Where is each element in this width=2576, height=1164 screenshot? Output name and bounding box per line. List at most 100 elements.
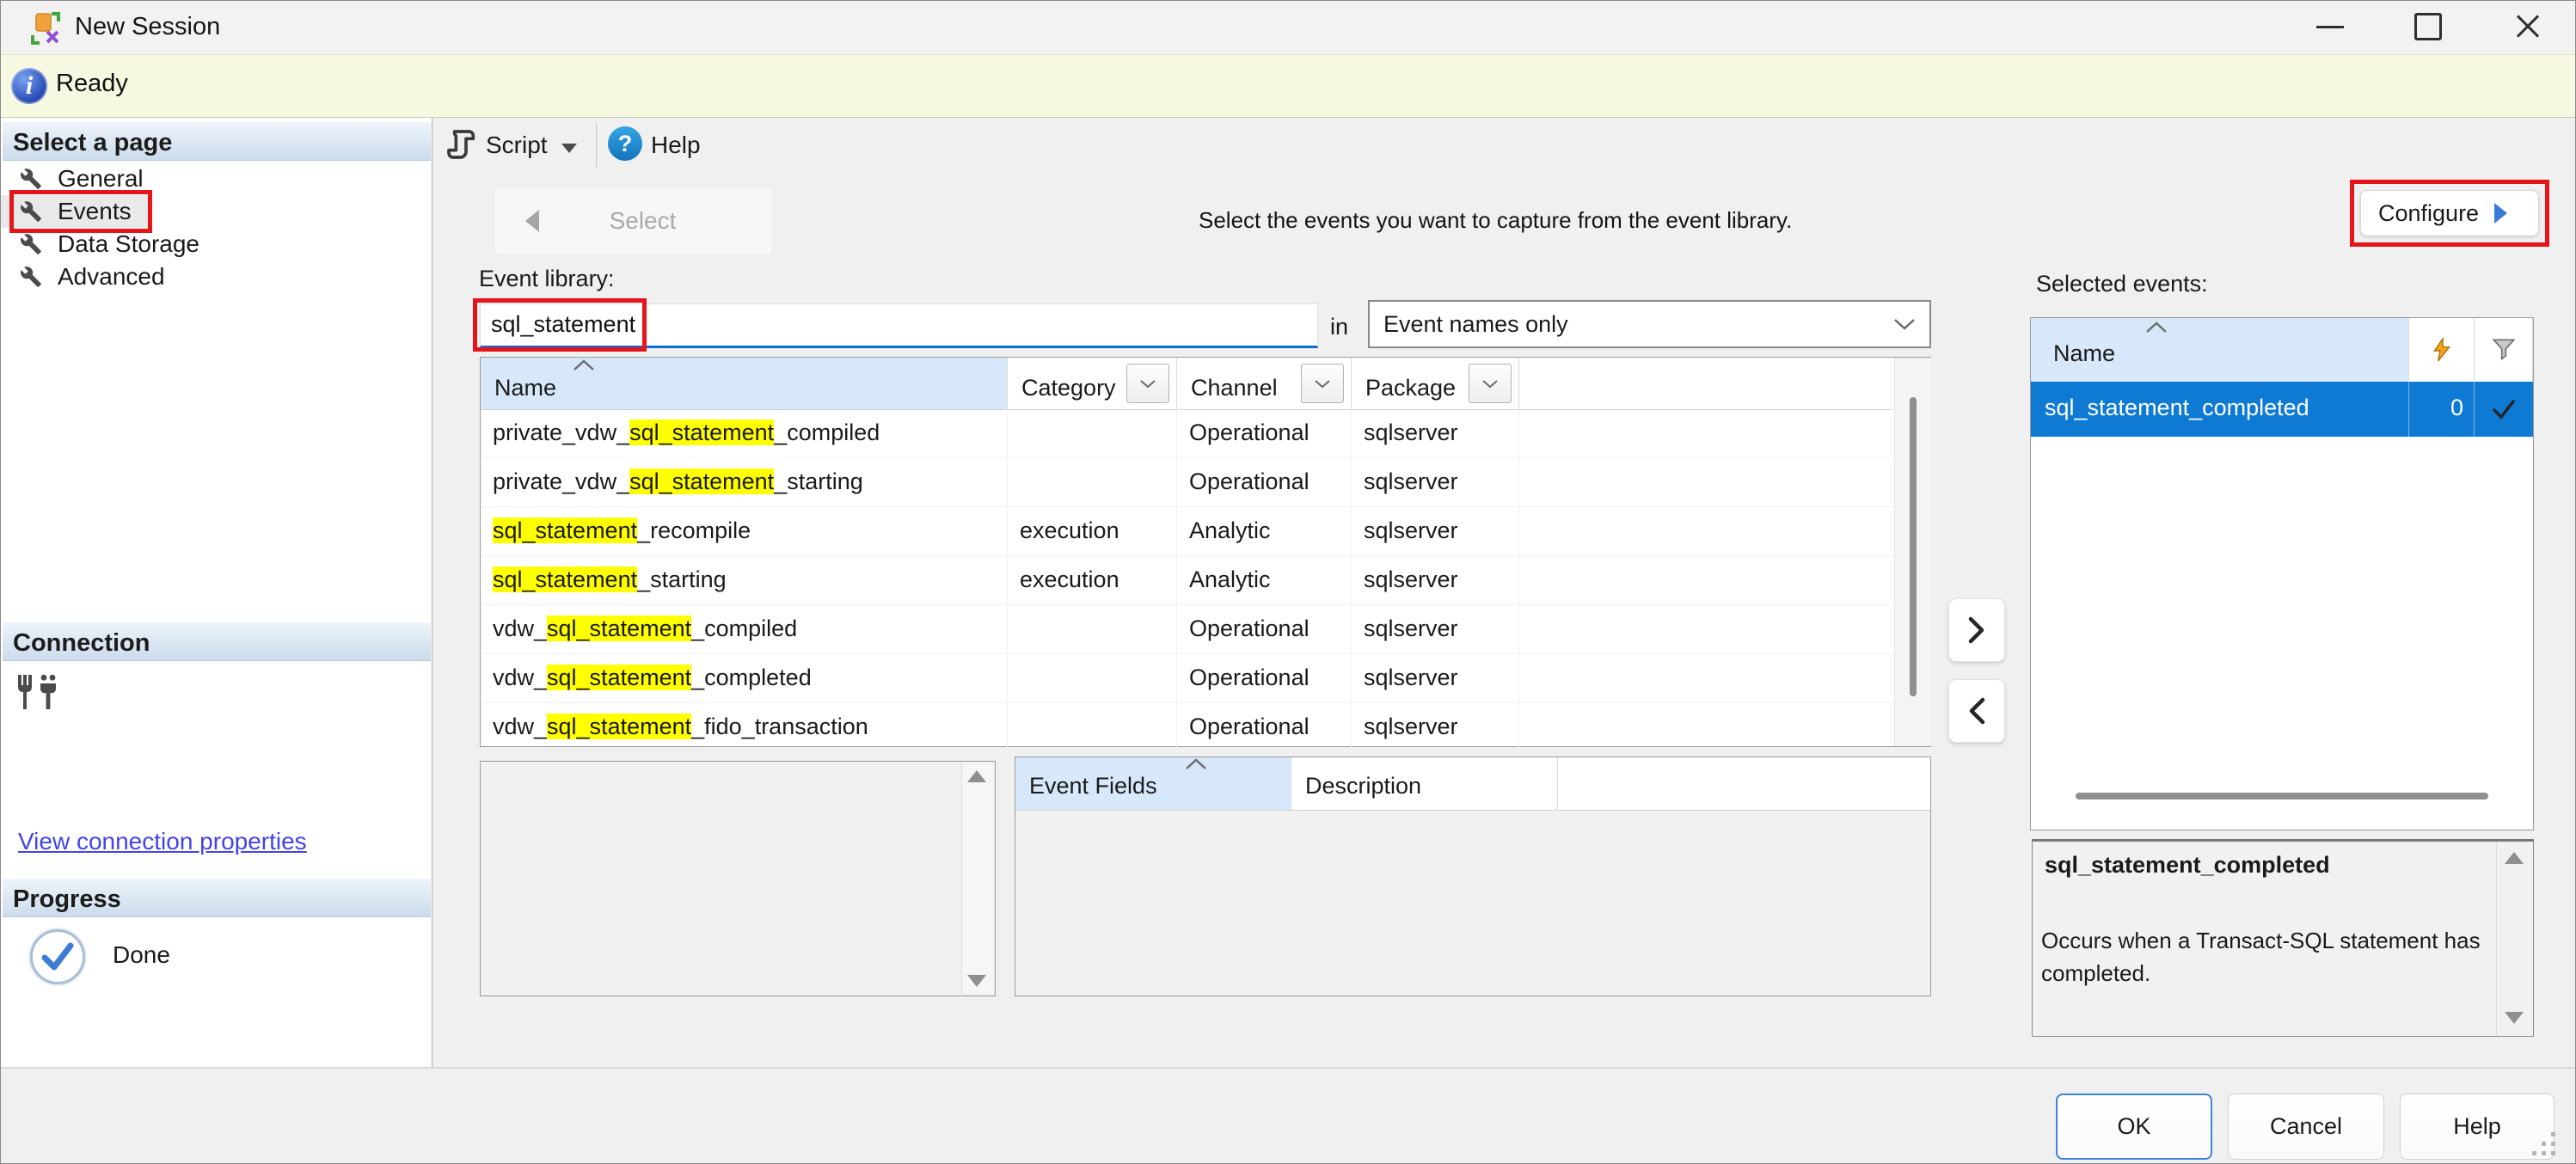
filter-funnel-icon [2492,339,2516,361]
search-match-highlight: sql_statement [547,714,691,739]
script-dropdown-caret-icon[interactable] [561,144,577,153]
event-name-cell: vdw_sql_statement_completed [481,654,1008,702]
help-toolbar-button[interactable]: Help [651,132,701,159]
column-header-channel[interactable]: Channel [1177,358,1352,409]
select-button-label: Select [539,207,746,235]
back-arrow-icon [525,210,539,232]
event-row[interactable]: sql_statement_startingexecutionAnalytics… [481,556,1893,605]
sidebar-item-label: Events [58,198,132,225]
panel-vertical-scrollbar[interactable] [961,763,993,994]
sidebar-item-advanced[interactable]: Advanced [1,260,295,293]
scroll-down-icon[interactable] [967,975,986,987]
event-row[interactable]: vdw_sql_statement_completedOperationalsq… [481,654,1893,703]
wrench-icon [20,168,42,190]
sidebar-item-general[interactable]: General [1,162,295,195]
wrench-icon [20,266,42,288]
event-cell [1519,605,1893,653]
sidebar-item-label: Data Storage [58,230,199,258]
sidebar-item-events[interactable]: Events [1,195,149,228]
column-header-filter[interactable] [2475,318,2533,382]
library-table-body: private_vdw_sql_statement_compiledOperat… [481,409,1893,752]
select-back-button[interactable]: Select [494,187,773,255]
event-library-label: Event library: [479,266,615,292]
event-cell [1008,458,1177,506]
resize-grip[interactable] [2532,1132,2558,1158]
column-header-description[interactable]: Description [1291,757,1558,810]
event-cell: sqlserver [1352,556,1519,604]
column-header-package[interactable]: Package [1352,358,1519,409]
column-label: Name [2053,340,2115,366]
script-scroll-icon [445,126,479,162]
event-cell: sqlserver [1352,507,1519,555]
scroll-up-icon[interactable] [967,770,986,782]
selected-event-row[interactable]: sql_statement_completed 0 [2031,382,2533,437]
ok-button[interactable]: OK [2056,1094,2212,1160]
scroll-down-icon[interactable] [2505,1012,2524,1024]
column-header-name[interactable]: Name [2031,318,2409,382]
event-row[interactable]: private_vdw_sql_statement_startingOperat… [481,458,1893,507]
minimize-icon [2316,26,2344,28]
column-label: Package [1365,375,1456,401]
add-event-button[interactable] [1948,598,2005,662]
scrollbar-thumb[interactable] [1910,397,1917,696]
horizontal-scrollbar-thumb[interactable] [2076,793,2488,799]
help-button[interactable]: Help [2400,1094,2555,1160]
search-scope-value: Event names only [1383,311,1893,338]
event-cell: sqlserver [1352,605,1519,653]
connection-icon [15,673,59,713]
selected-event-name: sql_statement_completed [2031,382,2409,437]
chevron-down-icon [1893,318,1916,330]
in-label: in [1330,314,1348,340]
maximize-icon [2414,13,2442,40]
event-cell: sqlserver [1352,458,1519,506]
search-scope-dropdown[interactable]: Event names only [1368,300,1931,348]
column-header-category[interactable]: Category [1008,358,1177,409]
event-cell: Operational [1177,605,1352,653]
event-cell [1008,605,1177,653]
view-connection-properties-link[interactable]: View connection properties [18,828,307,855]
description-vertical-scrollbar[interactable] [2496,842,2533,1036]
event-cell: sqlserver [1352,703,1519,751]
channel-filter-dropdown[interactable] [1301,364,1344,403]
lightning-icon [2431,337,2453,363]
event-row[interactable]: sql_statement_recompileexecutionAnalytic… [481,507,1893,556]
event-row[interactable]: vdw_sql_statement_fido_transactionOperat… [481,703,1893,752]
column-header-name[interactable]: Name [481,358,1008,409]
event-row[interactable]: vdw_sql_statement_compiledOperationalsql… [481,605,1893,654]
instruction-text: Select the events you want to capture fr… [1199,207,1792,234]
maximize-button[interactable] [2388,1,2469,52]
package-filter-dropdown[interactable] [1469,364,1512,403]
remove-event-button[interactable] [1948,679,2005,743]
minimize-button[interactable] [2290,1,2371,52]
event-cell [1519,458,1893,506]
event-fields-header: Event Fields Description [1015,757,1930,811]
close-button[interactable] [2487,1,2568,52]
search-match-highlight: sql_statement [547,665,691,690]
scroll-up-icon[interactable] [2505,852,2524,864]
footer-divider [1,1067,2576,1069]
event-cell [1008,703,1177,751]
sidebar-item-data-storage[interactable]: Data Storage [1,228,295,260]
column-header-actions[interactable] [2409,318,2475,382]
column-header-event-fields[interactable]: Event Fields [1015,757,1291,810]
event-cell: Analytic [1177,556,1352,604]
event-search-input[interactable] [480,303,1318,348]
search-match-highlight: sql_statement [547,616,691,641]
event-row[interactable]: private_vdw_sql_statement_compiledOperat… [481,409,1893,458]
connection-header: Connection [3,622,431,661]
sort-ascending-icon [2144,322,2168,334]
event-cell: Operational [1177,409,1352,457]
select-a-page-header: Select a page [3,121,431,161]
help-circle-icon[interactable]: ? [608,126,642,161]
library-vertical-scrollbar[interactable] [1894,358,1931,746]
category-filter-dropdown[interactable] [1126,364,1169,403]
cancel-button[interactable]: Cancel [2228,1094,2384,1160]
selected-events-table: Name sql_statement_completed 0 [2030,317,2534,830]
selected-events-label: Selected events: [2036,271,2208,297]
title-bar: New Session [1,1,2576,54]
event-cell [1008,409,1177,457]
script-button[interactable]: Script [486,132,548,159]
event-cell: Operational [1177,458,1352,506]
configure-button[interactable]: Configure [2360,190,2539,236]
chevron-down-icon [1139,379,1156,389]
